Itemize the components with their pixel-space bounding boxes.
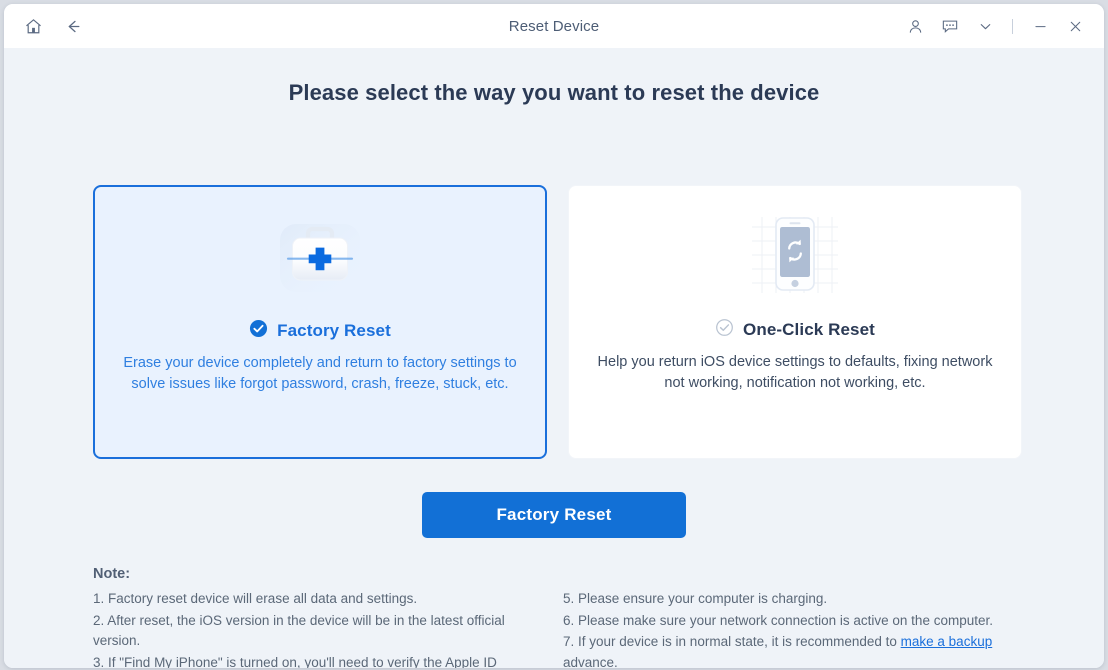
account-icon[interactable] [900, 11, 930, 41]
radio-unselected-icon[interactable] [715, 318, 734, 342]
action-area: Factory Reset [4, 492, 1104, 538]
notes-label: Note: [93, 566, 1028, 582]
chevron-down-icon[interactable] [970, 11, 1000, 41]
reset-option-list: Factory Reset Erase your device complete… [93, 185, 1022, 459]
back-arrow-icon[interactable] [60, 13, 86, 39]
note-item: 3. If "Find My iPhone" is turned on, you… [93, 653, 555, 669]
titlebar-left-controls [4, 13, 86, 39]
make-a-backup-link[interactable]: make a backup [901, 634, 993, 649]
note-text-prefix: 7. If your device is in normal state, it… [563, 634, 901, 649]
titlebar-divider [1012, 19, 1013, 34]
feedback-message-icon[interactable] [935, 11, 965, 41]
option-card-one-click-reset[interactable]: One-Click Reset Help you return iOS devi… [568, 185, 1022, 459]
page-title: Please select the way you want to reset … [4, 48, 1104, 106]
option-title-factory-reset: Factory Reset [277, 321, 391, 341]
option-card-factory-reset[interactable]: Factory Reset Erase your device complete… [93, 185, 547, 459]
notes-columns: 1. Factory reset device will erase all d… [93, 589, 1028, 668]
note-item-with-link: 7. If your device is in normal state, it… [563, 632, 1025, 668]
notes-column-left: 1. Factory reset device will erase all d… [93, 589, 555, 668]
minimize-icon[interactable] [1025, 11, 1055, 41]
note-item: 6. Please make sure your network connect… [563, 611, 1025, 632]
home-icon[interactable] [20, 13, 46, 39]
phone-refresh-icon [569, 186, 1021, 316]
note-text-suffix: advance. [563, 655, 618, 669]
option-title-row-one-click-reset: One-Click Reset [569, 318, 1021, 342]
option-description-factory-reset: Erase your device completely and return … [117, 353, 523, 395]
note-item: 5. Please ensure your computer is chargi… [563, 589, 1025, 610]
factory-reset-button[interactable]: Factory Reset [422, 492, 686, 538]
notes-column-right: 5. Please ensure your computer is chargi… [555, 589, 1025, 668]
radio-selected-icon[interactable] [249, 319, 268, 343]
note-item: 1. Factory reset device will erase all d… [93, 589, 555, 610]
first-aid-kit-icon [95, 187, 545, 317]
notes-section: Note: 1. Factory reset device will erase… [93, 566, 1028, 668]
content-area: Please select the way you want to reset … [4, 48, 1104, 668]
option-title-row-factory-reset: Factory Reset [95, 319, 545, 343]
app-window: Reset Device [4, 4, 1104, 668]
titlebar-right-controls [900, 11, 1104, 41]
note-item: 2. After reset, the iOS version in the d… [93, 611, 555, 652]
option-description-one-click-reset: Help you return iOS device settings to d… [591, 352, 999, 394]
titlebar: Reset Device [4, 4, 1104, 48]
option-title-one-click-reset: One-Click Reset [743, 320, 875, 340]
close-icon[interactable] [1060, 11, 1090, 41]
